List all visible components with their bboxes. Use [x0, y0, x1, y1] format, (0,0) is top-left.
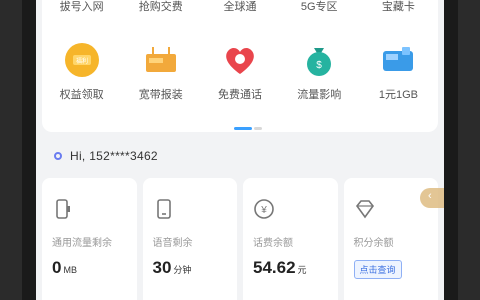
entry-label: 流量影响 [297, 89, 342, 101]
balance-cards: 通用流量剩余 0 MB 语音剩余 30 分钟 ¥ 话费余额 54.62 元 积分余额 … [42, 178, 438, 300]
phone-icon [156, 199, 171, 219]
gift-icon: 福利 [64, 42, 100, 78]
diamond-icon [355, 200, 374, 219]
entry-label: 免费通话 [218, 89, 262, 101]
balance-value: 0 MB [52, 258, 77, 277]
service-item[interactable]: 全球通 [200, 0, 279, 20]
service-item[interactable]: 拔号入网 [42, 0, 121, 20]
chevron-left-icon: ‹ [428, 190, 432, 202]
page-indicator [254, 127, 262, 130]
data-icon [56, 199, 70, 219]
query-points-button[interactable]: 点击查询 [353, 260, 402, 279]
data-card-icon [380, 42, 416, 78]
entry-broadband[interactable]: 宽带报装 [121, 42, 200, 102]
phone-frame: 拔号入网 抢购交费 全球通 5G专区 宝藏卡 福利 权益领取 宽带报装 免费通话… [22, 0, 458, 300]
money-bag-icon: $ [301, 42, 337, 78]
entry-free-call[interactable]: 免费通话 [200, 42, 279, 102]
balance-card-fee[interactable]: ¥ 话费余额 54.62 元 [243, 178, 338, 300]
svg-text:¥: ¥ [260, 205, 267, 216]
balance-label: 通用流量剩余 [52, 238, 112, 249]
balance-label: 积分余额 [353, 238, 394, 249]
entry-label: 1元1GB [378, 89, 418, 101]
svg-text:福利: 福利 [76, 57, 88, 65]
balance-value: 30 分钟 [152, 258, 192, 277]
top-service-row: 拔号入网 抢购交费 全球通 5G专区 宝藏卡 [42, 0, 438, 20]
heart-call-icon [222, 42, 258, 78]
floating-side-tab[interactable]: ‹ [420, 188, 444, 208]
entry-label: 权益领取 [59, 89, 104, 101]
broadband-icon [143, 42, 179, 78]
entry-benefits[interactable]: 福利 权益领取 [42, 42, 121, 102]
service-item[interactable]: 抢购交费 [121, 0, 200, 20]
balance-value: 54.62 元 [253, 258, 307, 277]
app-screen: 拔号入网 抢购交费 全球通 5G专区 宝藏卡 福利 权益领取 宽带报装 免费通话… [36, 0, 444, 300]
user-greeting: Hi, 152****3462 [54, 148, 158, 164]
service-grid-card: 拔号入网 抢购交费 全球通 5G专区 宝藏卡 福利 权益领取 宽带报装 免费通话… [42, 0, 438, 132]
greeting-text: Hi, 152****3462 [70, 149, 158, 163]
service-item[interactable]: 5G专区 [280, 0, 359, 20]
feature-entry-row: 福利 权益领取 宽带报装 免费通话 $ 流量影响 1元1GB [42, 42, 438, 102]
balance-label: 语音剩余 [152, 238, 193, 249]
entry-label: 宽带报装 [138, 89, 183, 101]
entry-traffic[interactable]: $ 流量影响 [280, 42, 359, 102]
balance-card-data[interactable]: 通用流量剩余 0 MB [42, 178, 137, 300]
status-dot-icon [54, 152, 62, 160]
service-item[interactable]: 宝藏卡 [359, 0, 438, 20]
entry-1yuan-1gb[interactable]: 1元1GB [359, 42, 438, 102]
balance-card-voice[interactable]: 语音剩余 30 分钟 [142, 178, 237, 300]
page-indicator-active [234, 127, 252, 130]
yuan-icon: ¥ [254, 199, 274, 219]
svg-text:$: $ [316, 60, 322, 71]
balance-label: 话费余额 [253, 238, 293, 249]
